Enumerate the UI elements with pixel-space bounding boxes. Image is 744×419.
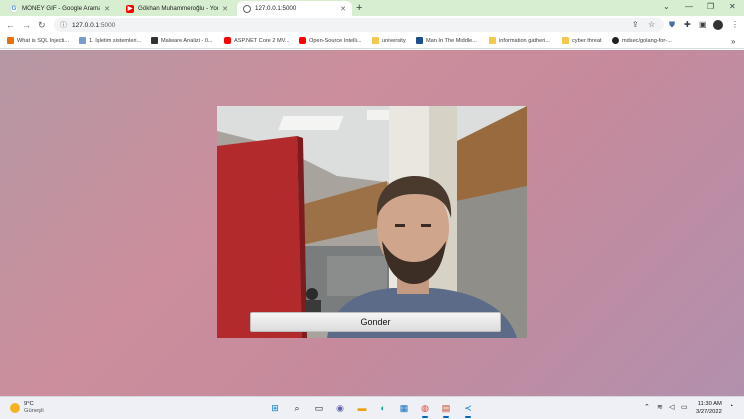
bookmark-item[interactable]: What is SQL Injecti... — [7, 37, 69, 44]
page-content: Gonder — [0, 50, 744, 396]
tab-title: MONEY GIF - Google Arama — [22, 5, 101, 12]
weather-widget[interactable]: 9°C Güneşli — [10, 401, 44, 415]
bookmark-folder[interactable]: cyber threat — [562, 37, 602, 44]
share-icon[interactable]: ⇪ — [632, 20, 639, 30]
bookmark-site-icon — [151, 37, 158, 44]
close-window-button[interactable]: ✕ — [729, 2, 736, 11]
tab-youtube[interactable]: ▶ Gökhan Muhammeroğlu - YouTub ✕ — [120, 1, 234, 16]
windows-taskbar: 9°C Güneşli ⊞ ⌕ ▭ ◉ ▬ ◐ ▦ ◍ ▤ ≺ ⌃ ≋ ◁ ▭ … — [0, 396, 744, 419]
close-icon[interactable]: ✕ — [104, 5, 110, 13]
search-icon[interactable]: ⌕ — [290, 401, 304, 415]
bookmark-label: Malware Analizi - 0... — [161, 37, 213, 44]
folder-icon — [562, 37, 569, 44]
restore-button[interactable]: ❐ — [707, 2, 714, 11]
powerpoint-icon[interactable]: ▤ — [439, 401, 453, 418]
system-clock[interactable]: 11:30 AM 3/27/2022 — [696, 400, 722, 416]
notification-icon[interactable]: ◔ — [729, 403, 733, 410]
bookmark-label: university — [382, 37, 406, 44]
close-icon[interactable]: ✕ — [222, 5, 228, 13]
bookmark-label: What is SQL Injecti... — [17, 37, 70, 44]
google-icon: G — [10, 4, 18, 13]
extensions-puzzle-icon[interactable]: ✚ — [684, 20, 691, 30]
url-text: 127.0.0.1:5000 — [72, 22, 115, 29]
url-port: :5000 — [99, 21, 116, 29]
webcam-frame-illustration — [217, 106, 527, 338]
tab-localhost[interactable]: 127.0.0.1:5000 ✕ — [237, 1, 352, 16]
clock-date: 3/27/2022 — [696, 409, 722, 415]
bookmark-site-icon — [79, 37, 86, 44]
edge-browser-icon[interactable]: ◐ — [376, 401, 390, 415]
minimize-button[interactable]: — — [685, 2, 693, 11]
side-panel-icon[interactable]: ▣ — [699, 20, 707, 30]
tab-title: 127.0.0.1:5000 — [255, 5, 297, 12]
bookmark-label: 1. İşletim sistemleri... — [89, 37, 142, 44]
bookmark-label: mdsec/golang-for-... — [622, 37, 672, 44]
sun-icon — [10, 403, 20, 413]
volume-icon[interactable]: ◁ — [669, 403, 674, 411]
forward-icon[interactable]: → — [22, 19, 31, 31]
bookmark-label: Man In The Middle... — [426, 37, 477, 44]
windows-start-icon[interactable]: ⊞ — [268, 401, 282, 415]
reload-icon[interactable]: ↻ — [38, 19, 46, 31]
globe-icon — [243, 4, 251, 13]
bookmark-item[interactable]: mdsec/golang-for-... — [612, 37, 672, 44]
webcam-video — [217, 106, 527, 338]
bookmark-label: information gatheri... — [499, 37, 550, 44]
folder-icon — [372, 37, 379, 44]
bookmark-item[interactable]: ASP.NET Core 2 MV... — [224, 37, 290, 44]
close-icon[interactable]: ✕ — [340, 5, 346, 13]
bookmark-label: ASP.NET Core 2 MV... — [234, 37, 290, 44]
browser-toolbar: ← → ↻ ⓘ 127.0.0.1:5000 ⇪ ☆ ⛊ ✚ ▣ ⋮ — [0, 16, 744, 34]
clock-time: 11:30 AM — [697, 401, 722, 407]
address-bar[interactable]: ⓘ 127.0.0.1:5000 — [54, 18, 664, 32]
bookmark-site-icon — [416, 37, 423, 44]
task-view-icon[interactable]: ▭ — [312, 401, 326, 415]
tab-title: Gökhan Muhammeroğlu - YouTub — [138, 5, 218, 12]
menu-kebab-icon[interactable]: ⋮ — [731, 20, 739, 30]
vscode-icon[interactable]: ≺ — [461, 401, 475, 418]
back-icon[interactable]: ← — [6, 19, 15, 31]
youtube-icon — [224, 37, 231, 44]
bookmark-folder[interactable]: university — [372, 37, 406, 44]
bookmark-item[interactable]: Malware Analizi - 0... — [151, 37, 213, 44]
youtube-icon — [299, 37, 306, 44]
file-explorer-icon[interactable]: ▬ — [355, 401, 369, 415]
new-tab-button[interactable]: + — [356, 2, 362, 14]
bookmark-folder[interactable]: information gatheri... — [489, 37, 550, 44]
bookmark-item[interactable]: Man In The Middle... — [416, 37, 477, 44]
weather-description: Güneşli — [24, 408, 44, 414]
bookmarks-bar: What is SQL Injecti... 1. İşletim sistem… — [0, 34, 744, 49]
wifi-icon[interactable]: ≋ — [657, 403, 663, 411]
bookmark-item[interactable]: Open-Source Intelli... — [299, 37, 362, 44]
github-icon — [612, 37, 619, 44]
bookmark-label: Open-Source Intelli... — [309, 37, 362, 44]
store-icon[interactable]: ▦ — [397, 401, 411, 415]
tab-strip: G MONEY GIF - Google Arama ✕ ▶ Gökhan Mu… — [0, 0, 744, 16]
url-host: 127.0.0.1 — [72, 21, 100, 29]
chrome-icon[interactable]: ◍ — [418, 401, 432, 418]
battery-icon[interactable]: ▭ — [681, 403, 688, 411]
youtube-icon: ▶ — [126, 4, 134, 13]
tab-search-icon[interactable]: ⌄ — [663, 2, 670, 11]
bookmark-label: cyber threat — [572, 37, 602, 44]
folder-icon — [489, 37, 496, 44]
teams-chat-icon[interactable]: ◉ — [333, 401, 347, 415]
send-button[interactable]: Gonder — [250, 312, 501, 332]
bookmark-site-icon — [7, 37, 14, 44]
profile-avatar[interactable] — [713, 20, 723, 30]
tab-google-search[interactable]: G MONEY GIF - Google Arama ✕ — [4, 1, 116, 16]
extension-shield-icon[interactable]: ⛊ — [669, 20, 675, 30]
bookmark-item[interactable]: 1. İşletim sistemleri... — [79, 37, 141, 44]
show-hidden-icons-chevron-icon[interactable]: ⌃ — [644, 403, 650, 411]
info-icon[interactable]: ⓘ — [60, 20, 67, 30]
weather-temperature: 9°C — [24, 401, 34, 407]
bookmark-star-icon[interactable]: ☆ — [648, 20, 655, 30]
bookmarks-overflow-button[interactable]: » — [731, 37, 735, 46]
